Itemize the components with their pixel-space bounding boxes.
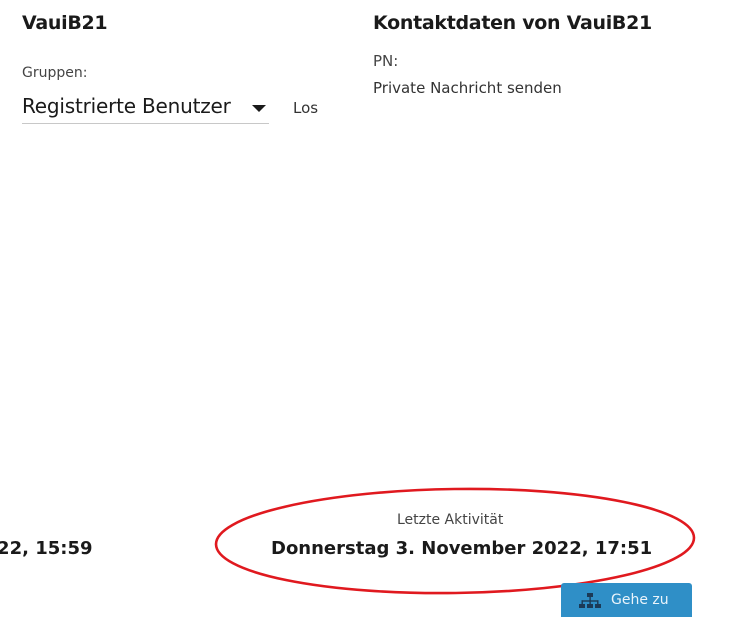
caret-down-icon <box>252 105 266 112</box>
sitemap-icon <box>579 593 601 608</box>
contact-title: Kontaktdaten von VauiB21 <box>373 12 652 34</box>
registration-date-value: 2022, 15:59 <box>0 538 93 559</box>
last-activity-label: Letzte Aktivität <box>397 512 504 528</box>
send-private-message-link[interactable]: Private Nachricht senden <box>373 79 562 97</box>
profile-username: VauiB21 <box>22 12 108 34</box>
go-button[interactable]: Los <box>293 99 318 117</box>
goto-button-label: Gehe zu <box>611 592 669 608</box>
goto-button[interactable]: Gehe zu <box>561 583 692 617</box>
last-activity-value: Donnerstag 3. November 2022, 17:51 <box>271 538 653 559</box>
pm-label: PN: <box>373 52 399 70</box>
groups-label: Gruppen: <box>22 65 88 81</box>
group-select[interactable]: Registrierte Benutzer <box>22 92 269 124</box>
group-select-value: Registrierte Benutzer <box>22 94 231 118</box>
